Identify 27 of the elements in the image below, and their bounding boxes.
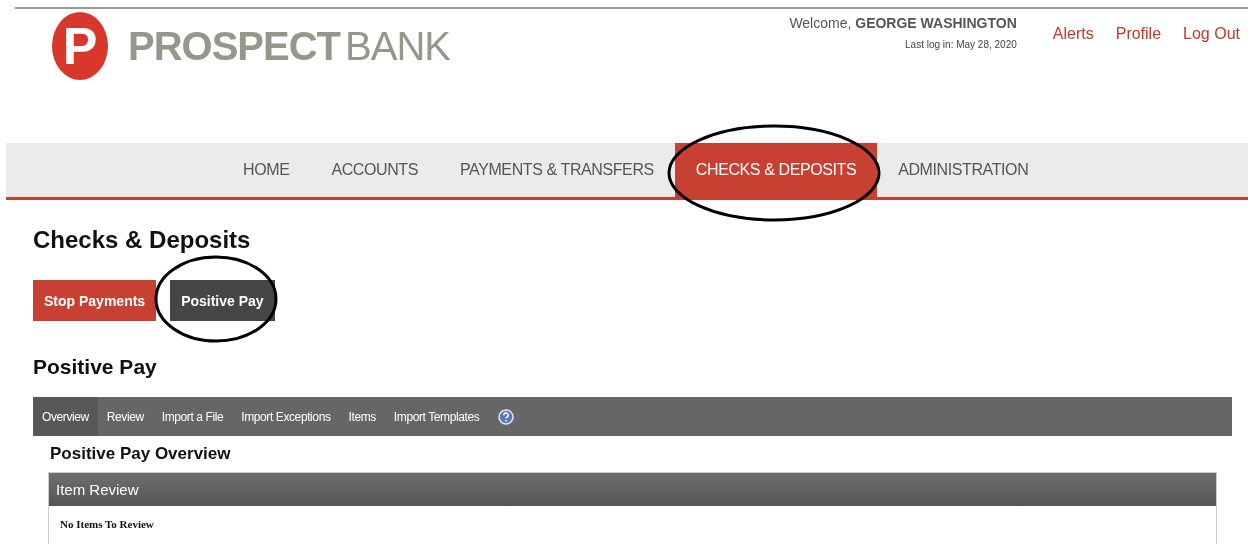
sub-tab[interactable]: Stop Payments <box>33 280 157 321</box>
section-tab[interactable]: Import Exceptions <box>232 397 340 436</box>
nav-tab[interactable]: ACCOUNTS <box>310 143 439 197</box>
section-title: Positive Pay <box>33 355 158 379</box>
welcome-text: Welcome, GEORGE WASHINGTON <box>789 15 1017 31</box>
nav-tab[interactable]: PAYMENTS & TRANSFERS <box>439 143 675 197</box>
overview-title: Positive Pay Overview <box>50 444 232 464</box>
page-title: Checks & Deposits <box>33 226 252 254</box>
nav-tab[interactable]: ADMINISTRATION <box>877 143 1050 197</box>
section-tab[interactable]: Overview <box>33 397 98 436</box>
sub-tab[interactable]: Positive Pay <box>170 280 275 321</box>
header-link[interactable]: Alerts <box>1052 25 1094 43</box>
logo-text: BANK <box>345 23 450 69</box>
nav-tab[interactable]: HOME <box>222 143 311 197</box>
section-tab[interactable]: Items <box>339 397 385 436</box>
last-login-text: Last log in: May 28, 2020 <box>905 39 1017 50</box>
section-tab[interactable]: Import a File <box>152 397 233 436</box>
help-icon[interactable] <box>498 408 515 425</box>
empty-message: No Items To Review <box>59 517 155 532</box>
header-link[interactable]: Profile <box>1115 25 1162 43</box>
logo-text: PROSPECT <box>128 23 341 69</box>
section-tab[interactable]: Import Templates <box>384 397 489 436</box>
section-tab[interactable]: Review <box>97 397 153 436</box>
panel-header: Item Review <box>49 473 1216 506</box>
nav-tab[interactable]: CHECKS & DEPOSITS <box>674 143 878 197</box>
logo-mark: P <box>52 12 108 80</box>
header-link[interactable]: Log Out <box>1183 25 1240 43</box>
